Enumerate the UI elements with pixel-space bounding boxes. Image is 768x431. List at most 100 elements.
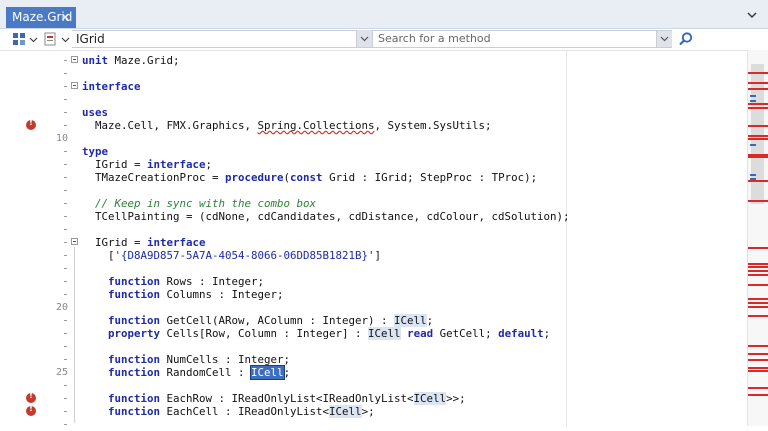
keyword: function [108,288,161,301]
code-line[interactable]: IGrid = interface; [82,158,212,171]
error-marker[interactable] [748,103,768,105]
class-view-icon[interactable] [12,32,26,46]
code-line[interactable]: uses [82,106,108,119]
method-search-dropdown[interactable] [656,31,672,47]
code-line[interactable]: ['{D8A9D857-5A7A-4054-8066-06DD85B1821B}… [82,249,381,262]
code-line[interactable]: function Columns : Integer; [82,288,284,301]
occurrence-marker[interactable] [750,174,756,176]
code-text: ; [205,158,213,171]
code-editor[interactable]: 10 20 25 unit Maze.Grid; interface uses Maze… [0,50,768,426]
unit-combo-value: IGrid [76,32,105,46]
line-dot [64,385,67,386]
highlighted-identifier: ICell [368,327,401,340]
code-line[interactable]: IGrid = interface [82,236,206,249]
occurrence-marker[interactable] [750,100,756,102]
line-dot [64,320,67,321]
error-marker[interactable] [748,359,768,361]
gutter-line [0,145,76,158]
code-line[interactable]: // Keep in sync with the combo box [82,197,316,210]
gutter-line [0,118,76,132]
code-line[interactable]: function EachCell : IReadOnlyList<ICell>… [82,405,375,418]
error-marker[interactable] [748,274,768,276]
error-marker[interactable] [748,180,768,182]
unit-combo-dropdown[interactable] [356,30,372,47]
code-line[interactable]: property Cells[Row, Column : Integer] : … [82,327,550,340]
gutter-line [0,249,76,262]
error-icon[interactable] [26,404,36,416]
code-line[interactable]: interface [82,80,141,93]
fold-toggle-icon[interactable] [71,82,78,89]
error-marker[interactable] [748,263,768,265]
search-icon[interactable] [678,31,694,47]
error-marker[interactable] [748,284,768,286]
keyword: uses [82,106,109,119]
fold-toggle-icon[interactable] [71,238,78,245]
error-marker[interactable] [748,200,768,202]
error-marker[interactable] [748,302,768,304]
error-marker[interactable] [748,138,768,140]
code-line[interactable]: function GetCell(ARow, AColumn : Integer… [82,314,433,327]
error-marker[interactable] [748,370,768,372]
code-line[interactable]: function EachRow : IReadOnlyList<IReadOn… [82,392,466,405]
fold-toggle-icon[interactable] [71,56,78,63]
error-marker[interactable] [748,82,768,84]
error-marker[interactable] [748,315,768,317]
code-text: TMazeCreationProc = [82,171,226,184]
code-line[interactable]: unit Maze.Grid; [82,54,180,67]
error-icon[interactable] [26,391,36,403]
line-dot [64,99,67,100]
unit-combo[interactable] [72,30,372,48]
chevron-down-icon[interactable] [61,35,70,44]
tab-maze-grid[interactable]: Maze.Grid ✕ [6,7,76,28]
vertical-scrollbar[interactable] [747,50,768,426]
error-marker[interactable] [748,345,768,347]
code-line[interactable]: function NumCells : Integer; [82,353,290,366]
method-search-input[interactable]: Search for a method [372,30,672,48]
error-marker[interactable] [748,353,768,355]
scrollbar-thumb[interactable] [751,64,764,204]
code-line[interactable]: TMazeCreationProc = procedure(const Grid… [82,171,537,184]
occurrence-marker[interactable] [750,178,756,180]
gutter-line [0,67,76,80]
error-marker[interactable] [748,135,768,137]
code-text: ; [426,314,434,327]
close-icon[interactable]: ✕ [61,7,70,28]
chevron-down-icon[interactable] [29,35,38,44]
line-dot [64,216,67,217]
error-marker[interactable] [748,367,768,369]
tab-bar: Maze.Grid ✕ [0,0,768,29]
error-marker[interactable] [748,247,768,249]
line-dot [64,112,67,113]
code-text: NumCells : Integer; [160,353,291,366]
gutter-line [0,223,76,236]
occurrence-marker[interactable] [750,95,756,97]
error-marker[interactable] [748,298,768,300]
error-marker[interactable] [748,125,768,127]
code-line[interactable]: TCellPainting = (cdNone, cdCandidates, c… [82,210,570,223]
code-text: >; [361,405,375,418]
occurrence-marker[interactable] [750,144,756,146]
code-line[interactable]: type [82,145,108,158]
code-text: Maze.Grid; [108,54,180,67]
chevron-down-icon[interactable] [746,9,758,21]
error-marker[interactable] [748,394,768,396]
error-marker[interactable] [748,270,768,272]
code-line[interactable]: Maze.Cell, FMX.Graphics, Spring.Collecti… [82,119,492,132]
error-marker[interactable] [748,387,768,389]
unit-icon[interactable] [44,32,57,46]
keyword: read [407,327,434,340]
error-marker[interactable] [748,266,768,268]
error-marker[interactable] [748,107,768,109]
error-marker[interactable] [748,88,768,90]
fold-guide [74,247,75,423]
error-marker[interactable] [748,72,768,74]
gutter-line [0,54,78,67]
error-icon[interactable] [26,118,36,130]
error-marker[interactable] [748,156,768,158]
code-line[interactable]: function Rows : Integer; [82,275,264,288]
code-line[interactable]: function RandomCell : ICell; [82,365,290,380]
error-marker[interactable] [748,306,768,308]
gutter-line [0,106,76,119]
